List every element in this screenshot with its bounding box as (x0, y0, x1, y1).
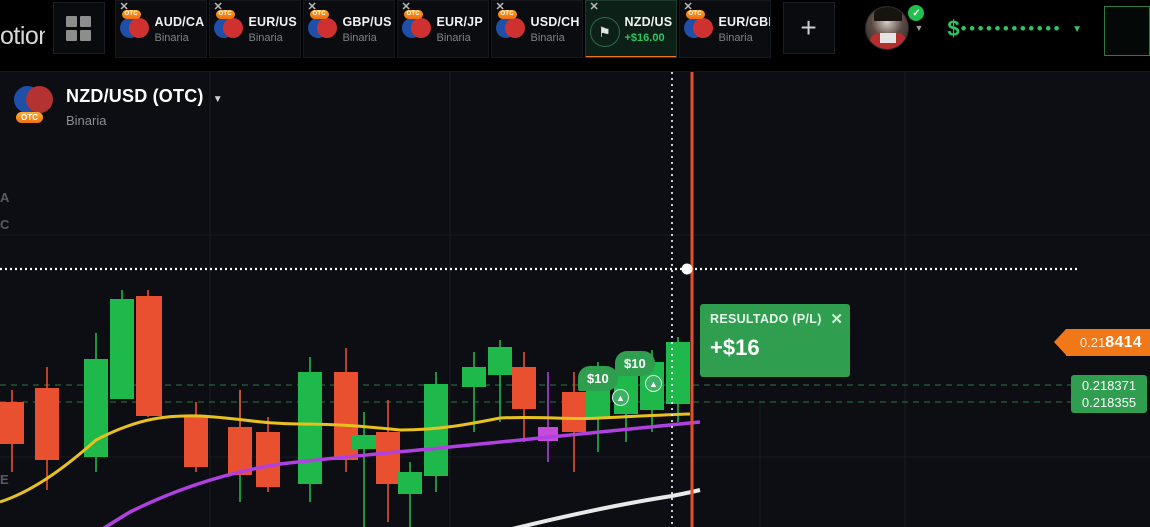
trading-platform-screen: otion ✕ OTC AUD/CA Binaria ✕ (0, 0, 1150, 527)
tab-label: NZD/US (624, 14, 673, 29)
chevron-down-icon[interactable]: ▼ (213, 94, 223, 105)
chevron-down-icon[interactable]: ▼ (915, 23, 924, 33)
tab-label: GBP/US (342, 14, 392, 29)
edge-text-low: E (0, 472, 9, 487)
currency-symbol: $ (947, 16, 960, 41)
tab-sublabel: Binaria (436, 31, 471, 44)
instrument-tab[interactable]: ✕ OTC EUR/US Binaria (208, 0, 301, 58)
deposit-button[interactable] (1104, 6, 1150, 56)
flag-pair-otc-icon: OTC (119, 10, 150, 47)
account-balance[interactable]: $ •••••••••••• ▼ (947, 16, 1082, 42)
tab-sublabel: Binaria (154, 31, 189, 44)
trade-direction-up-icon: ▲ (645, 375, 662, 392)
instrument-tab[interactable]: ✕ OTC EUR/JP Binaria (396, 0, 489, 58)
symbol-label: NZD/USD (OTC) (66, 86, 204, 106)
instrument-tab[interactable]: ✕ OTC AUD/CA Binaria (114, 0, 207, 58)
result-popup[interactable]: RESULTADO (P/L) +$16 ✕ (700, 304, 850, 377)
instrument-tab[interactable]: ✕ OTC EUR/GBP (O Binaria (678, 0, 771, 58)
tab-label: EUR/US (248, 14, 297, 29)
top-header-bar: otion ✕ OTC AUD/CA Binaria ✕ (0, 0, 1150, 72)
support-level-label-2: 0.218355 (1071, 392, 1147, 413)
edge-text-top: A (0, 190, 10, 205)
balance-masked-value: •••••••••••• (960, 19, 1063, 38)
instrument-tab[interactable]: ✕ OTC GBP/US Binaria (302, 0, 395, 58)
avatar[interactable] (864, 6, 909, 50)
brand-logo: otion (0, 21, 45, 50)
tab-sublabel: Binaria (248, 31, 283, 44)
add-instrument-button[interactable]: + (782, 2, 835, 54)
price-suffix: 8414 (1105, 333, 1142, 351)
trade-direction-up-icon: ▲ (612, 389, 629, 406)
flag-pair-otc-icon: OTC (495, 10, 526, 47)
flag-pair-otc-icon: OTC (213, 10, 244, 47)
tab-sublabel: Binaria (530, 31, 565, 44)
instrument-tabs: ✕ OTC AUD/CA Binaria ✕ OTC EUR/US Binari… (114, 0, 773, 72)
tab-label: AUD/CA (154, 14, 205, 29)
tab-sublabel: Binaria (718, 31, 753, 44)
account-menu[interactable]: ✓ ▼ (864, 5, 925, 50)
price-prefix: 0.21 (1079, 335, 1106, 350)
flag-pair-otc-icon: OTC (401, 10, 432, 47)
tab-label: EUR/GBP (O (718, 14, 770, 29)
result-value: +$16 (710, 335, 760, 360)
otc-badge: OTC (16, 112, 43, 123)
grid-2x2-icon (66, 15, 91, 41)
page-title[interactable]: NZD/USD (OTC) ▼ (66, 86, 223, 107)
flag-pair-otc-icon: OTC (307, 10, 338, 47)
verified-badge-icon: ✓ (908, 5, 925, 21)
instrument-type-label: Binaria (66, 113, 107, 128)
tab-label: USD/CH (530, 14, 580, 29)
flag-pair-otc-icon: OTC (14, 86, 54, 123)
instrument-tab[interactable]: ✕ OTC USD/CH Binaria (490, 0, 583, 58)
tab-profit-value: +$16.00 (624, 31, 665, 44)
chart-svg (0, 72, 1150, 527)
ma-slow-line (511, 488, 701, 527)
active-tab-underline (585, 56, 676, 57)
chart-symbol-header[interactable]: OTC NZD/USD (OTC) ▼ Binaria (14, 86, 223, 128)
result-title: RESULTADO (P/L) (710, 312, 822, 326)
tab-sublabel: Binaria (342, 31, 377, 44)
close-icon[interactable]: ✕ (830, 310, 843, 328)
trade-amount-bubble[interactable]: $10 (615, 351, 655, 376)
chevron-down-icon[interactable]: ▼ (1072, 24, 1082, 35)
chart-canvas[interactable]: OTC NZD/USD (OTC) ▼ Binaria $10 ▲ $10 ▲ … (0, 72, 1150, 527)
trade-amount-bubble[interactable]: $10 (578, 366, 618, 391)
close-icon[interactable]: ✕ (590, 2, 599, 13)
tab-label: EUR/JP (436, 14, 483, 29)
instrument-tab-active-nzdusd[interactable]: ✕ ⚑ NZD/US +$16.00 (584, 0, 677, 58)
edge-text-mid: C (0, 217, 10, 232)
checkered-flag-icon: ⚑ (589, 17, 620, 47)
flag-pair-otc-icon: OTC (683, 10, 714, 47)
grid-view-button[interactable] (52, 2, 105, 54)
entry-point-marker (681, 263, 693, 275)
current-price-label: 0.21 8414 (1053, 329, 1150, 356)
